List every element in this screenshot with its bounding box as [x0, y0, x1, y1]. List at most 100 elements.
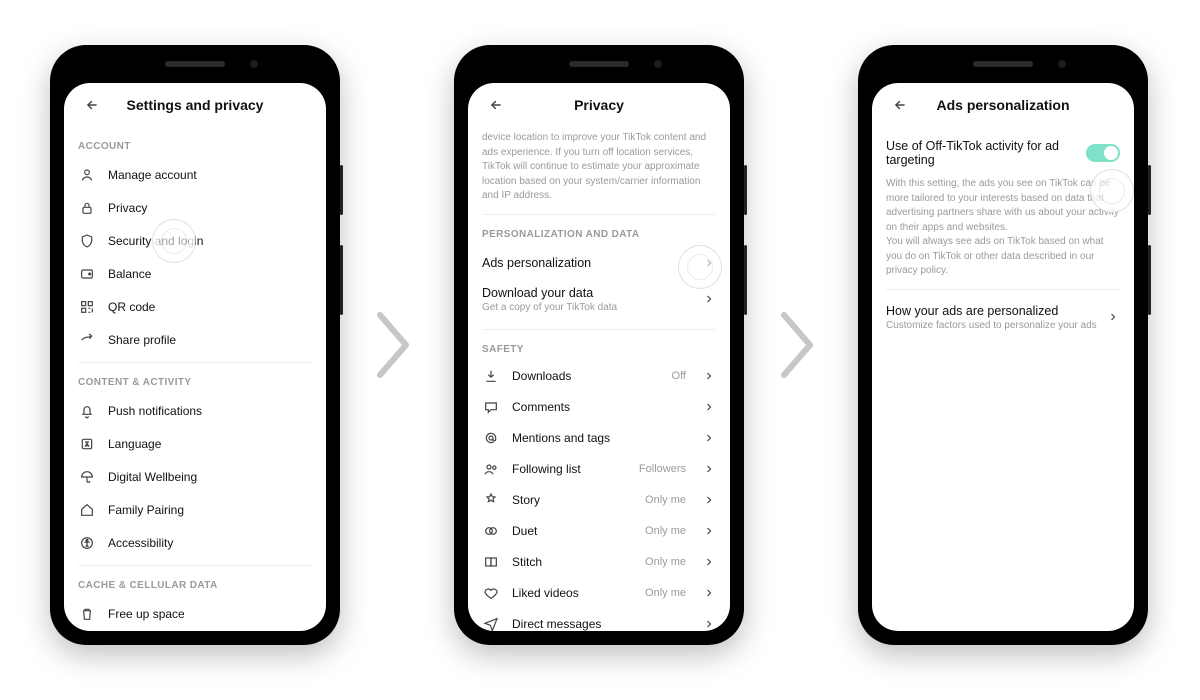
qr-icon [78, 298, 96, 316]
phone-speaker [569, 61, 629, 67]
row-push[interactable]: Push notifications [78, 394, 312, 427]
row-stitch[interactable]: Stitch Only me [482, 547, 716, 578]
divider [78, 565, 312, 566]
toggle-description: With this setting, the ads you see on Ti… [886, 177, 1120, 279]
screen-settings: Settings and privacy ACCOUNT Manage acco… [64, 83, 326, 631]
location-note: device location to improve your TikTok c… [482, 131, 716, 204]
label: Story [512, 493, 633, 507]
comment-icon [482, 398, 500, 416]
phone-privacy: Privacy device location to improve your … [454, 45, 744, 645]
row-how-personalized[interactable]: How your ads are personalized Customize … [886, 296, 1120, 339]
divider [78, 362, 312, 363]
label: Privacy [108, 201, 312, 215]
label: Comments [512, 400, 690, 414]
download-icon [482, 367, 500, 385]
label: Duet [512, 524, 633, 538]
chevron-right-icon [702, 256, 716, 270]
row-following[interactable]: Following list Followers [482, 454, 716, 485]
wallet-icon [78, 265, 96, 283]
section-header-cache: CACHE & CELLULAR DATA [78, 580, 312, 591]
arrow-left-icon [85, 98, 99, 112]
row-qr-code[interactable]: QR code [78, 290, 312, 323]
value: Only me [645, 525, 686, 537]
people-icon [482, 460, 500, 478]
back-button[interactable] [882, 83, 918, 127]
section-header-content: CONTENT & ACTIVITY [78, 377, 312, 388]
heart-icon [482, 584, 500, 602]
page-title: Privacy [574, 97, 624, 113]
label: Family Pairing [108, 503, 312, 517]
screen-ads: Ads personalization Use of Off-TikTok ac… [872, 83, 1134, 631]
row-language[interactable]: Language [78, 427, 312, 460]
phone-speaker [973, 61, 1033, 67]
chevron-right-icon [702, 555, 716, 569]
row-manage-account[interactable]: Manage account [78, 158, 312, 191]
label: Ads personalization [482, 256, 702, 270]
person-icon [78, 166, 96, 184]
home-icon [78, 501, 96, 519]
off-tiktok-toggle[interactable] [1086, 144, 1120, 162]
duet-icon [482, 522, 500, 540]
lock-icon [78, 199, 96, 217]
back-button[interactable] [478, 83, 514, 127]
phone-settings: Settings and privacy ACCOUNT Manage acco… [50, 45, 340, 645]
row-share-profile[interactable]: Share profile [78, 323, 312, 356]
row-mentions[interactable]: Mentions and tags [482, 423, 716, 454]
trash-icon [78, 605, 96, 623]
row-privacy[interactable]: Privacy [78, 191, 312, 224]
divider [482, 329, 716, 330]
row-comments[interactable]: Comments [482, 392, 716, 423]
label: Security and login [108, 234, 312, 248]
row-data-saver[interactable]: Data Saver [78, 630, 312, 631]
language-icon [78, 435, 96, 453]
at-icon [482, 429, 500, 447]
label: Mentions and tags [512, 431, 690, 445]
toggle-label: Use of Off-TikTok activity for ad target… [886, 139, 1076, 167]
arrow-left-icon [893, 98, 907, 112]
phone-camera [1058, 60, 1066, 68]
row-story[interactable]: Story Only me [482, 485, 716, 516]
chevron-right-icon [702, 493, 716, 507]
row-free-space[interactable]: Free up space [78, 597, 312, 630]
label: Liked videos [512, 586, 633, 600]
chevron-right-icon [702, 617, 716, 631]
bell-icon [78, 402, 96, 420]
flow-arrow-2 [772, 305, 822, 385]
chevron-right-icon [702, 431, 716, 445]
label: Balance [108, 267, 312, 281]
row-wellbeing[interactable]: Digital Wellbeing [78, 460, 312, 493]
value: Followers [639, 463, 686, 475]
back-button[interactable] [74, 83, 110, 127]
label: Stitch [512, 555, 633, 569]
page-title: Ads personalization [936, 97, 1069, 113]
section-header-account: ACCOUNT [78, 141, 312, 152]
arrow-left-icon [489, 98, 503, 112]
row-download-data[interactable]: Download your data Get a copy of your Ti… [482, 280, 716, 323]
settings-content: ACCOUNT Manage account Privacy Security … [64, 127, 326, 631]
subtext: Customize factors used to personalize yo… [886, 320, 1106, 331]
divider [482, 214, 716, 215]
row-dm[interactable]: Direct messages [482, 609, 716, 632]
label: Share profile [108, 333, 312, 347]
screen-privacy: Privacy device location to improve your … [468, 83, 730, 631]
chevron-right-icon [1106, 310, 1120, 324]
label: Push notifications [108, 404, 312, 418]
row-liked[interactable]: Liked videos Only me [482, 578, 716, 609]
chevron-right-icon [702, 400, 716, 414]
appbar: Settings and privacy [64, 83, 326, 127]
chevron-right-icon [702, 369, 716, 383]
label: Downloads [512, 369, 660, 383]
row-accessibility[interactable]: Accessibility [78, 526, 312, 559]
page-title: Settings and privacy [127, 97, 264, 113]
value: Only me [645, 587, 686, 599]
label: Language [108, 437, 312, 451]
row-downloads[interactable]: Downloads Off [482, 361, 716, 392]
row-security[interactable]: Security and login [78, 224, 312, 257]
label: Manage account [108, 168, 312, 182]
row-ads-personalization[interactable]: Ads personalization [482, 246, 716, 280]
row-family[interactable]: Family Pairing [78, 493, 312, 526]
divider [886, 289, 1120, 290]
row-duet[interactable]: Duet Only me [482, 516, 716, 547]
row-balance[interactable]: Balance [78, 257, 312, 290]
umbrella-icon [78, 468, 96, 486]
